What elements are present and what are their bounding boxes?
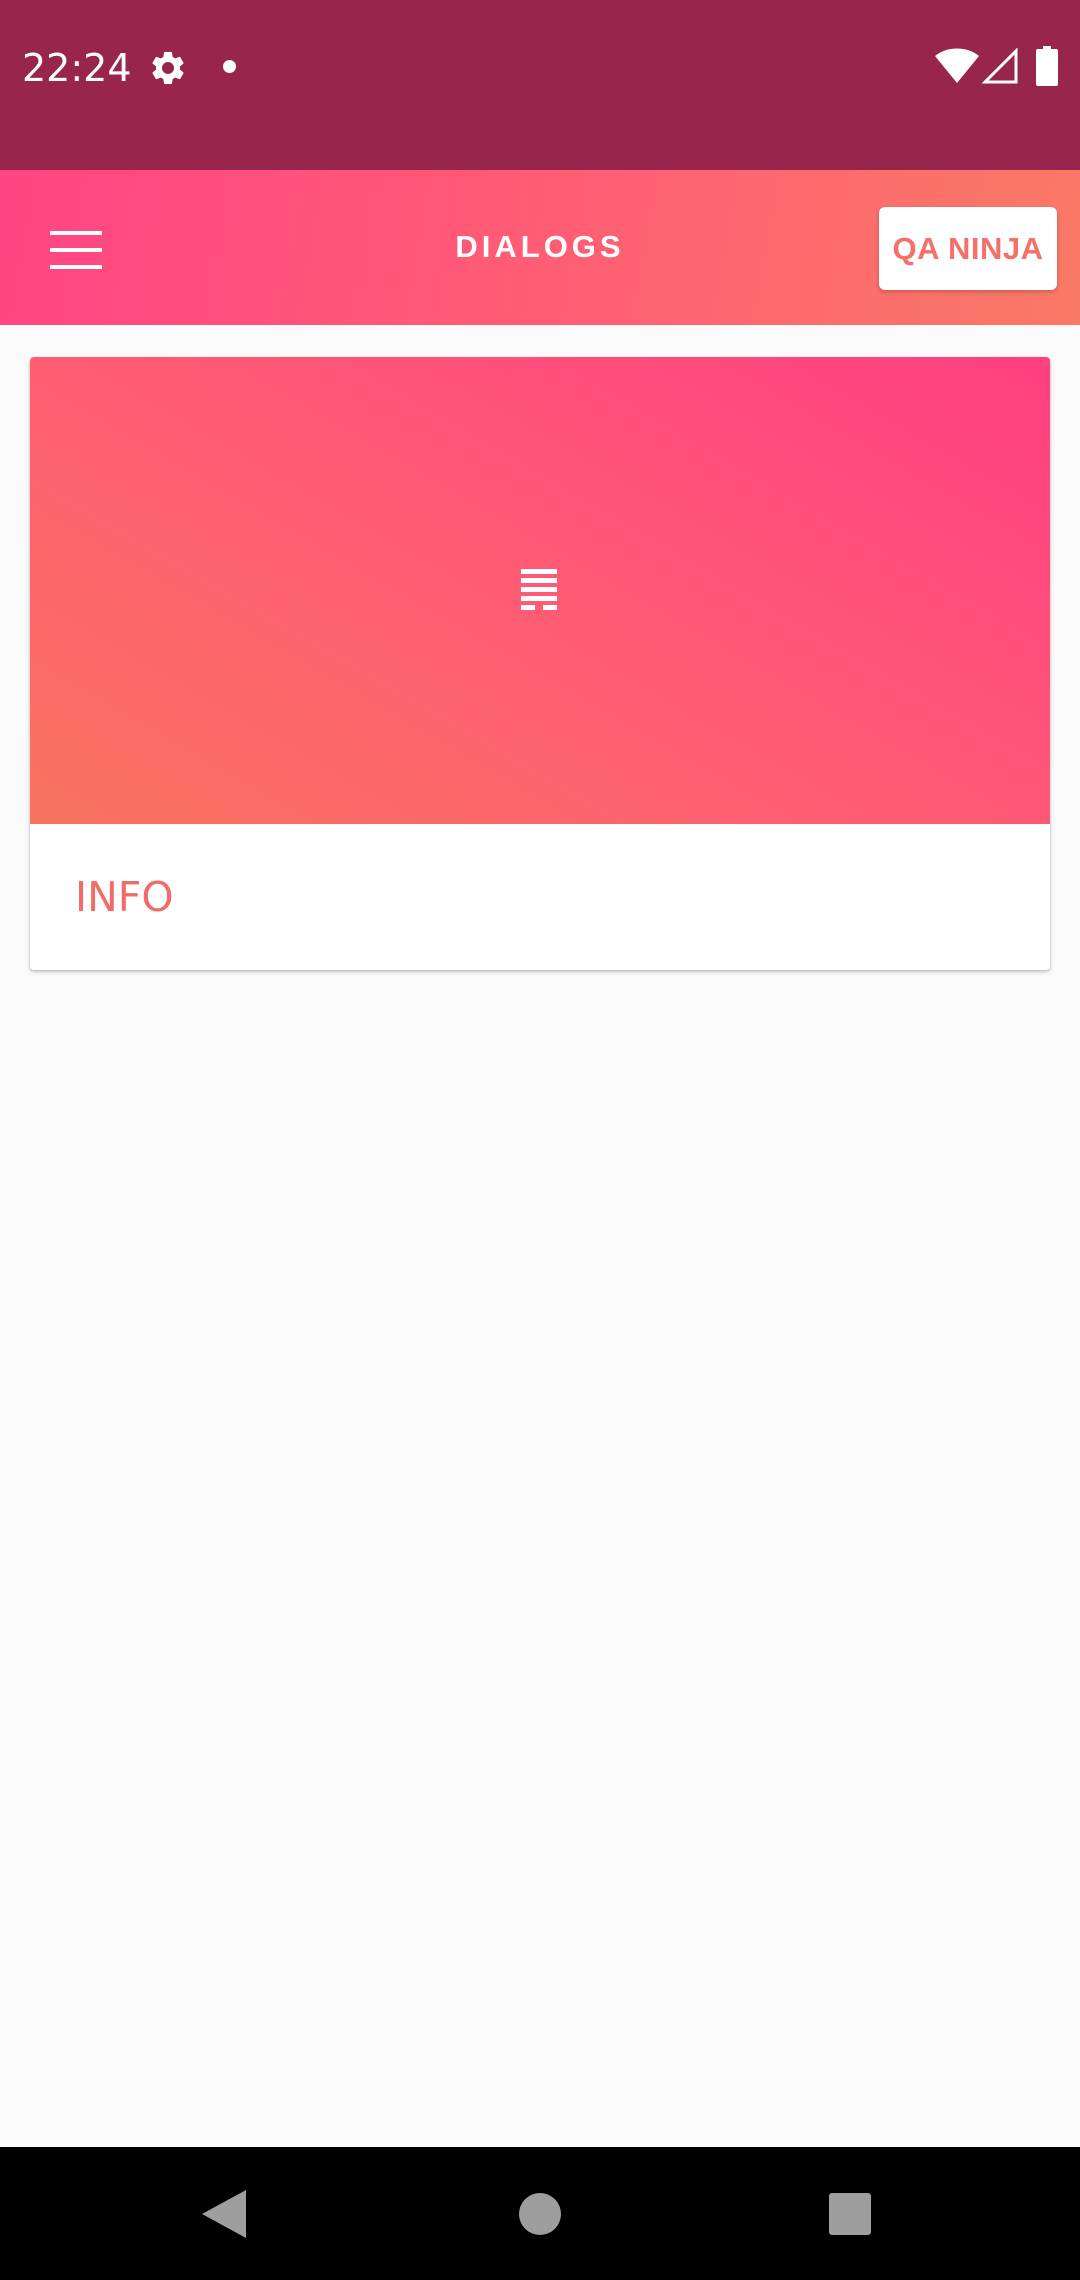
status-time: 22:24 bbox=[22, 46, 132, 90]
qa-ninja-button[interactable]: QA NINJA bbox=[879, 207, 1057, 290]
info-list-icon bbox=[521, 569, 557, 610]
back-icon[interactable] bbox=[202, 2190, 246, 2238]
recents-icon[interactable] bbox=[829, 2193, 871, 2235]
navigation-bar bbox=[0, 2147, 1080, 2280]
wifi-icon bbox=[935, 48, 979, 83]
app-bar: DIALOGS QA NINJA bbox=[0, 170, 1080, 325]
notification-dot-icon bbox=[223, 60, 236, 73]
status-bar: 22:24 bbox=[0, 0, 1080, 170]
card-label: INFO bbox=[75, 873, 174, 921]
home-icon[interactable] bbox=[519, 2193, 561, 2235]
info-card[interactable]: INFO bbox=[30, 357, 1050, 970]
signal-icon bbox=[982, 48, 1018, 84]
card-media bbox=[30, 357, 1050, 824]
gear-icon bbox=[152, 51, 184, 84]
battery-icon bbox=[1036, 46, 1058, 86]
